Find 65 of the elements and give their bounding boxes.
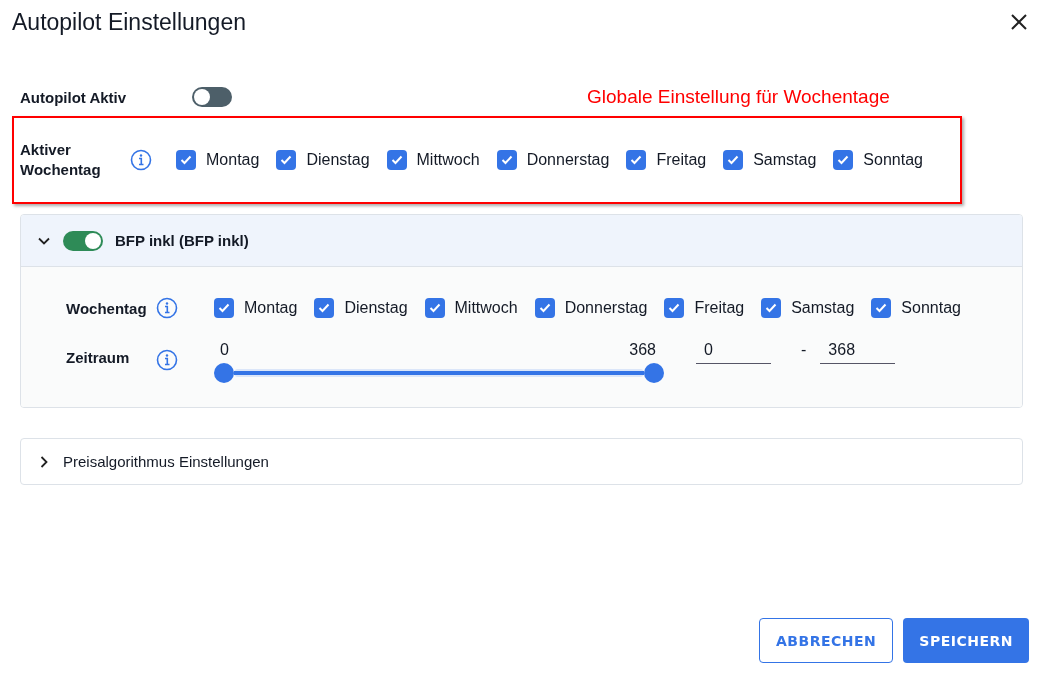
slider-handle[interactable] [644, 363, 664, 383]
checkbox[interactable] [176, 150, 196, 170]
checkmark-icon [837, 155, 850, 165]
checkbox-label: Montag [244, 299, 298, 317]
checkmark-icon [318, 303, 331, 313]
checkbox[interactable] [424, 298, 445, 318]
checkbox-label: Donnerstag [564, 299, 648, 317]
checkbox[interactable] [761, 298, 782, 318]
checkmark-icon [180, 155, 192, 165]
section-title[interactable]: BFP inkl (BFP inkl) [115, 232, 249, 249]
section-title[interactable]: Preisalgorithmus Einstellungen [63, 453, 269, 470]
input-field[interactable]: 0 [696, 341, 771, 364]
info-icon[interactable] [130, 149, 152, 171]
checkbox-label: Montag [206, 151, 260, 169]
checkbox-label: Samstag [791, 299, 855, 317]
checkmark-icon [280, 155, 293, 165]
setting-label: Wochentag [66, 299, 148, 317]
checkbox-label: Freitag [694, 299, 745, 317]
checkbox[interactable] [723, 150, 744, 170]
slider-handle[interactable] [214, 363, 234, 383]
checkbox[interactable] [214, 298, 234, 318]
checkbox[interactable] [626, 150, 647, 170]
checkbox-label: Mittwoch [454, 299, 518, 317]
checkbox[interactable] [386, 150, 407, 170]
range-separator: - [801, 341, 807, 359]
checkbox-label: Samstag [753, 151, 817, 169]
checkbox[interactable] [496, 150, 517, 170]
checkbox[interactable] [664, 298, 685, 318]
checkmark-icon [390, 155, 403, 165]
slider-min-label: 0 [220, 341, 229, 359]
dialog-title: Autopilot Einstellungen [12, 8, 246, 36]
setting-label: Aktiver Wochentag [20, 140, 102, 180]
slider-max-label: 368 [629, 341, 656, 359]
checkbox-label: Donnerstag [526, 151, 610, 169]
setting-label: Autopilot Aktiv [20, 88, 128, 106]
cancel-button[interactable]: ABBRECHEN [759, 618, 894, 663]
setting-label: Zeitraum [66, 349, 131, 366]
checkbox[interactable] [314, 298, 335, 318]
checkmark-icon [765, 303, 778, 313]
checkmark-icon [668, 303, 681, 313]
info-icon[interactable] [156, 297, 178, 319]
save-button[interactable]: SPEICHERN [903, 618, 1029, 663]
checkbox[interactable] [833, 150, 854, 170]
checkmark-icon [875, 303, 888, 313]
toggle-switch[interactable] [63, 230, 103, 251]
checkmark-icon [630, 155, 643, 165]
close-icon[interactable] [1010, 13, 1028, 31]
checkmark-icon [428, 303, 441, 313]
checkbox-label: Sonntag [901, 299, 961, 317]
checkbox[interactable] [871, 298, 892, 318]
checkbox-label: Dienstag [306, 151, 370, 169]
toggle-switch[interactable] [192, 87, 232, 107]
checkmark-icon [538, 303, 551, 313]
info-icon[interactable] [156, 349, 178, 371]
checkbox-label: Mittwoch [416, 151, 480, 169]
checkmark-icon [218, 303, 230, 313]
checkbox[interactable] [276, 150, 297, 170]
checkbox-label: Freitag [656, 151, 707, 169]
annotation-text: Globale Einstellung für Wochentage [587, 86, 890, 108]
checkbox-label: Sonntag [863, 151, 923, 169]
input-field[interactable]: 368 [820, 341, 896, 364]
checkmark-icon [500, 155, 513, 165]
checkbox[interactable] [534, 298, 555, 318]
checkmark-icon [727, 155, 740, 165]
checkbox-label: Dienstag [344, 299, 408, 317]
